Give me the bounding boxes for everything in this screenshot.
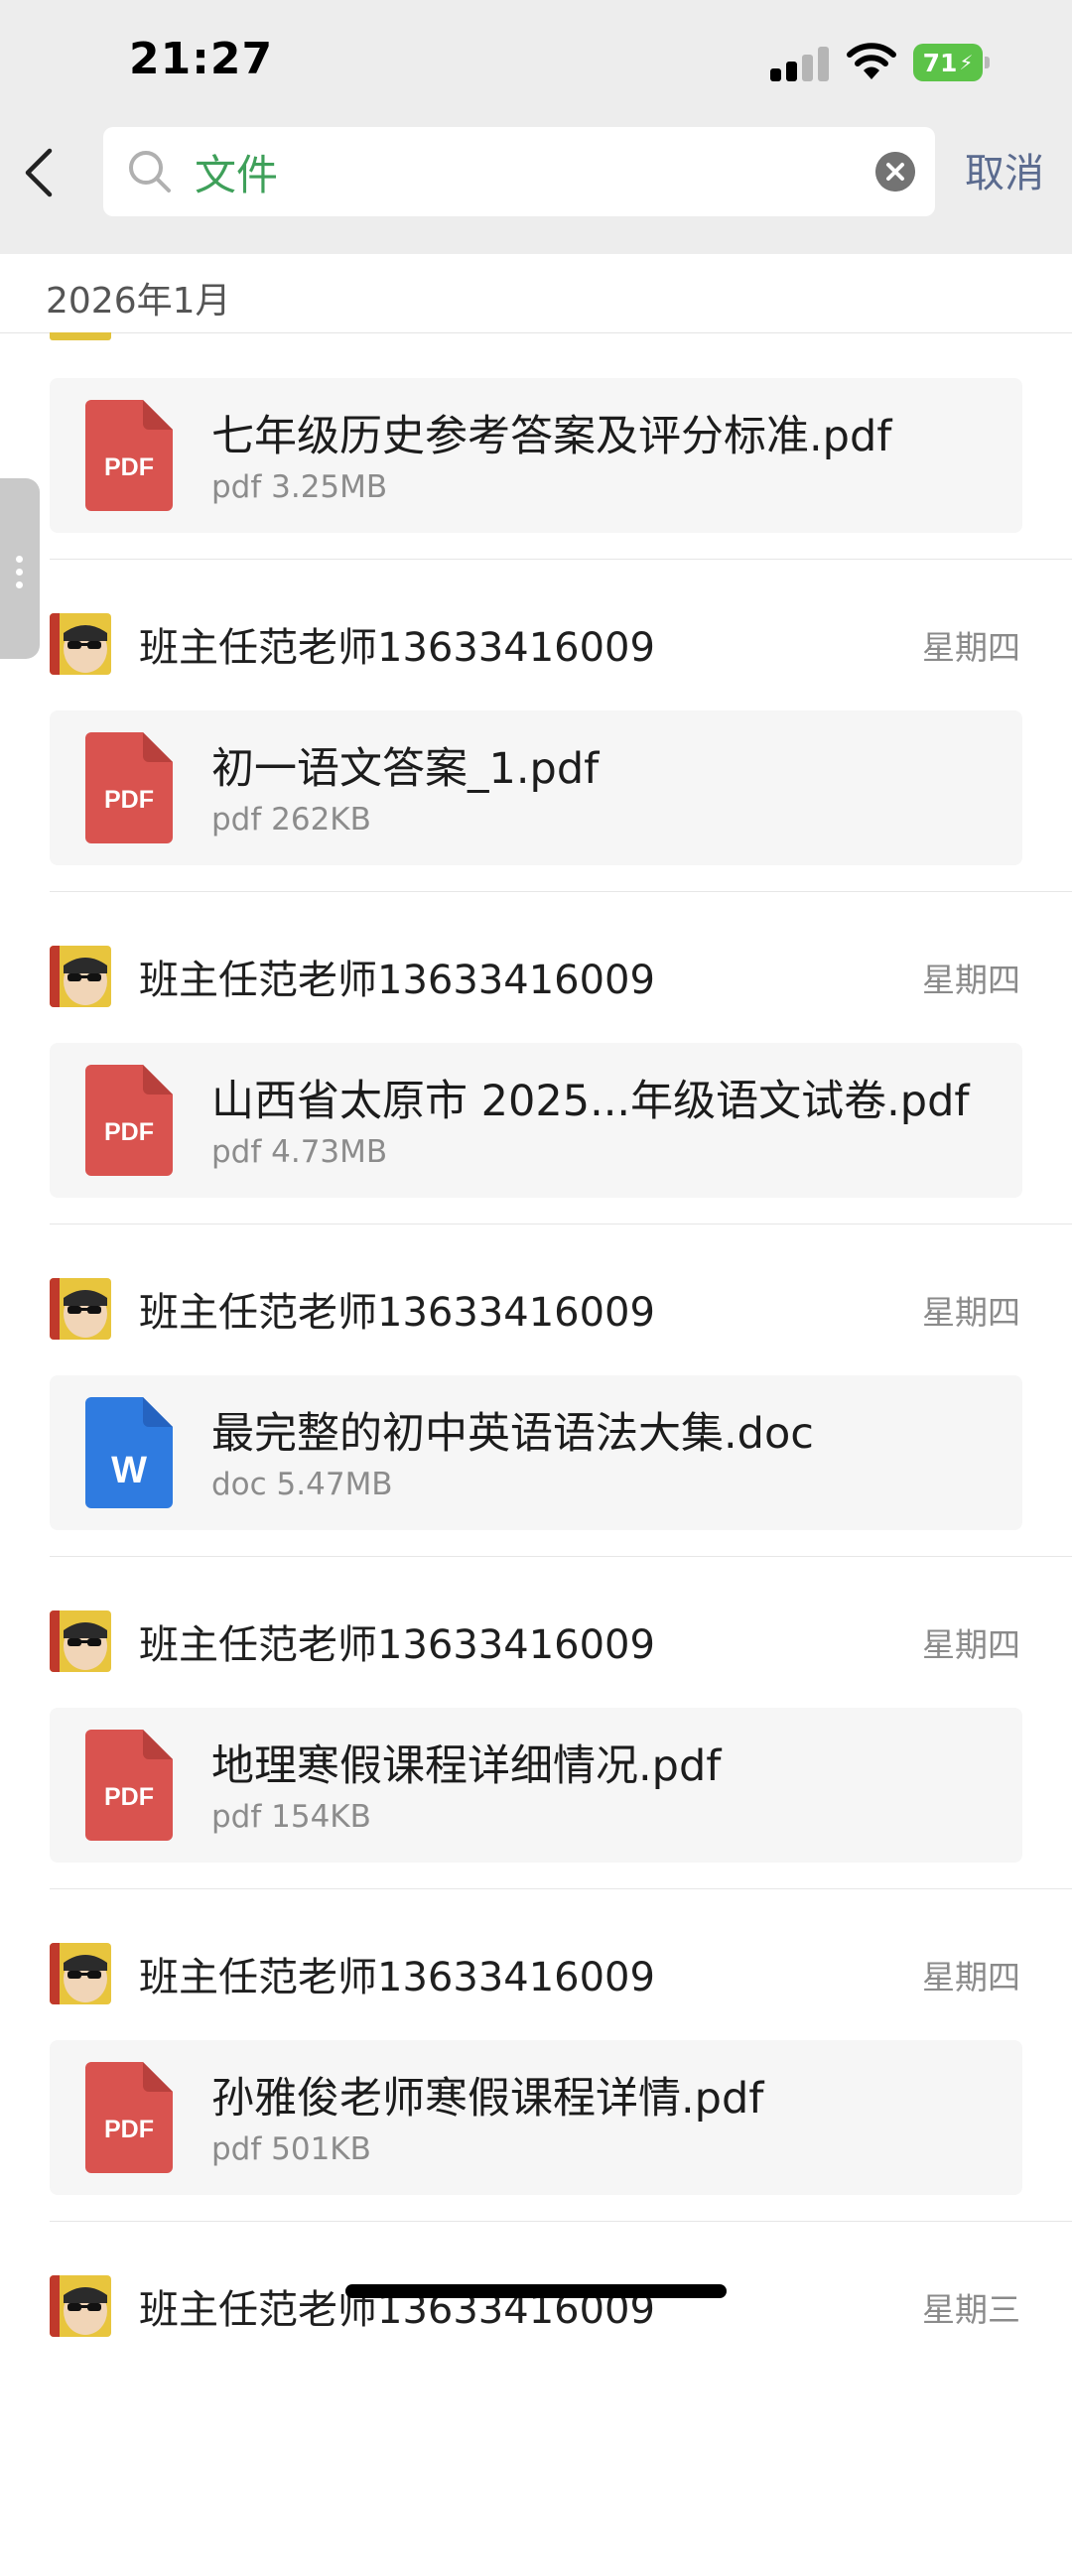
entry-date: 星期四 <box>922 628 1020 667</box>
search-input[interactable] <box>195 141 790 202</box>
svg-text:PDF: PDF <box>104 1783 154 1811</box>
pdf-file-icon: PDF <box>85 1065 173 1176</box>
list-item: 班主任范老师13633416009 星期四 PDF 山西省太原市 2025...年级… <box>0 914 1072 1246</box>
svg-text:W: W <box>111 1450 147 1491</box>
entry-date: 星期四 <box>922 961 1020 999</box>
avatar[interactable] <box>50 2275 111 2337</box>
sender-name: 班主任范老师13633416009 <box>139 1955 655 2000</box>
month-header: 2026年1月 <box>46 281 231 322</box>
list-item: 班主任范老师13633416009 星期四 PDF 孙雅俊老师寒假课程详情.pdf p… <box>0 1911 1072 2244</box>
file-card[interactable]: PDF 地理寒假课程详细情况.pdf pdf 154KB <box>50 1708 1022 1863</box>
pdf-label: PDF <box>104 453 154 481</box>
search-icon <box>129 151 171 193</box>
avatar[interactable] <box>50 1610 111 1672</box>
file-meta: pdf 262KB <box>211 802 371 837</box>
file-card[interactable]: PDF 七年级历史参考答案及评分标准.pdf pdf 3.25MB <box>50 378 1022 533</box>
svg-text:PDF: PDF <box>104 2116 154 2143</box>
avatar <box>50 332 111 340</box>
clear-icon[interactable] <box>875 152 915 192</box>
svg-text:PDF: PDF <box>104 1118 154 1146</box>
pdf-file-icon: PDF <box>85 400 173 511</box>
divider <box>50 891 1072 892</box>
entry-date: 星期四 <box>922 1293 1020 1332</box>
file-meta: pdf 501KB <box>211 2131 371 2167</box>
file-card[interactable]: W 最完整的初中英语语法大集.doc doc 5.47MB <box>50 1375 1022 1530</box>
avatar[interactable] <box>50 946 111 1007</box>
file-meta: pdf 3.25MB <box>211 469 388 505</box>
file-meta: doc 5.47MB <box>211 1467 393 1502</box>
avatar[interactable] <box>50 1278 111 1340</box>
file-name: 孙雅俊老师寒假课程详情.pdf <box>211 2074 764 2124</box>
wifi-icon <box>847 43 896 79</box>
sender-name: 班主任范老师13633416009 <box>139 958 655 1003</box>
pdf-file-icon: PDF <box>85 732 173 843</box>
battery-level: 71 <box>922 48 958 77</box>
divider <box>50 1556 1072 1557</box>
file-name: 初一语文答案_1.pdf <box>211 744 600 794</box>
pdf-file-icon: PDF <box>85 2062 173 2173</box>
avatar[interactable] <box>50 613 111 675</box>
list-item: 班主任范老师13633416009 星期四 W 最完整的初中英语语法大集.doc do… <box>0 1246 1072 1579</box>
divider <box>0 332 1072 333</box>
list-item: 班主任范老师13633416009 星期四 PDF 地理寒假课程详细情况.pdf pd… <box>0 1579 1072 1911</box>
cellular-signal-icon <box>770 46 830 81</box>
entry-date: 星期四 <box>922 1958 1020 1996</box>
file-card[interactable]: PDF 初一语文答案_1.pdfpdf 262KB <box>50 710 1022 865</box>
status-time: 21:27 <box>129 34 274 84</box>
file-name: 山西省太原市 2025...年级语文试卷.pdf <box>211 1077 970 1126</box>
pdf-file-icon: PDF <box>85 1730 173 1841</box>
divider <box>50 1888 1072 1889</box>
sender-name: 班主任范老师13633416009 <box>139 1290 655 1336</box>
divider <box>50 2221 1072 2222</box>
file-card[interactable]: PDF 山西省太原市 2025...年级语文试卷.pdf pdf 4.73MB <box>50 1043 1022 1198</box>
file-name: 最完整的初中英语语法大集.doc <box>211 1409 814 1459</box>
file-card[interactable]: PDF 孙雅俊老师寒假课程详情.pdf pdf 501KB <box>50 2040 1022 2195</box>
divider <box>50 559 1072 560</box>
avatar[interactable] <box>50 1943 111 2004</box>
search-bar[interactable] <box>103 127 935 216</box>
back-chevron-icon[interactable] <box>18 147 62 198</box>
battery-charging-icon: 71 ⚡ <box>913 44 993 81</box>
home-indicator <box>345 2284 727 2298</box>
file-name: 地理寒假课程详细情况.pdf <box>211 1741 722 1791</box>
list-item: 班主任范老师13633416009 星期四 PDF 初一语文答案_1.pdfpdf … <box>0 581 1072 914</box>
svg-text:PDF: PDF <box>104 786 154 814</box>
sender-name: 班主任范老师13633416009 <box>139 1622 655 1668</box>
entry-date: 星期四 <box>922 1625 1020 1664</box>
file-meta: pdf 4.73MB <box>211 1134 388 1170</box>
entry-date: 星期三 <box>922 2290 1020 2329</box>
file-meta: pdf 154KB <box>211 1799 371 1835</box>
doc-file-icon: W <box>85 1397 173 1508</box>
cancel-button[interactable]: 取消 <box>965 141 1044 198</box>
file-name: 七年级历史参考答案及评分标准.pdf <box>211 412 892 461</box>
sender-name: 班主任范老师13633416009 <box>139 625 655 671</box>
